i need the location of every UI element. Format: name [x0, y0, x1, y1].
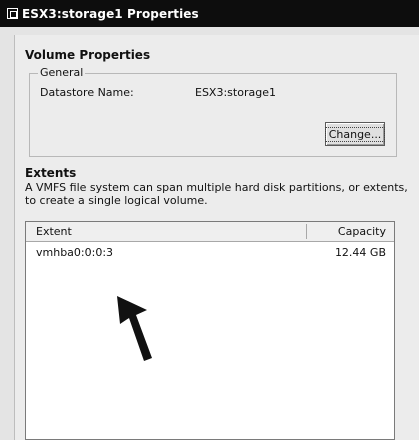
capacity-cell: 12.44 GB [334, 246, 386, 259]
extents-description: A VMFS file system can span multiple har… [25, 181, 408, 207]
arrow-pointer-icon [117, 296, 152, 361]
window-app-icon [7, 8, 18, 19]
column-divider[interactable] [306, 224, 307, 239]
volume-properties-heading: Volume Properties [25, 48, 151, 62]
extents-heading: Extents [25, 166, 77, 180]
datastore-name-value: ESX3:storage1 [195, 86, 276, 99]
extents-list-header: Extent Capacity [26, 222, 394, 242]
change-button-label: Change... [324, 126, 386, 142]
column-header-extent[interactable]: Extent [36, 225, 72, 238]
extents-list[interactable]: Extent Capacity vmhba0:0:0:3 12.44 GB [25, 221, 395, 440]
general-group-label: General [38, 66, 86, 79]
window-title-bar[interactable]: ESX3:storage1 Properties [0, 0, 419, 27]
properties-panel: Volume Properties General Datastore Name… [14, 35, 419, 440]
window-title: ESX3:storage1 Properties [22, 6, 199, 21]
column-header-capacity[interactable]: Capacity [338, 225, 386, 238]
change-button[interactable]: Change... [324, 122, 386, 146]
extent-cell: vmhba0:0:0:3 [36, 246, 114, 259]
list-item[interactable]: vmhba0:0:0:3 12.44 GB [26, 243, 394, 263]
datastore-name-label: Datastore Name: [40, 86, 134, 99]
